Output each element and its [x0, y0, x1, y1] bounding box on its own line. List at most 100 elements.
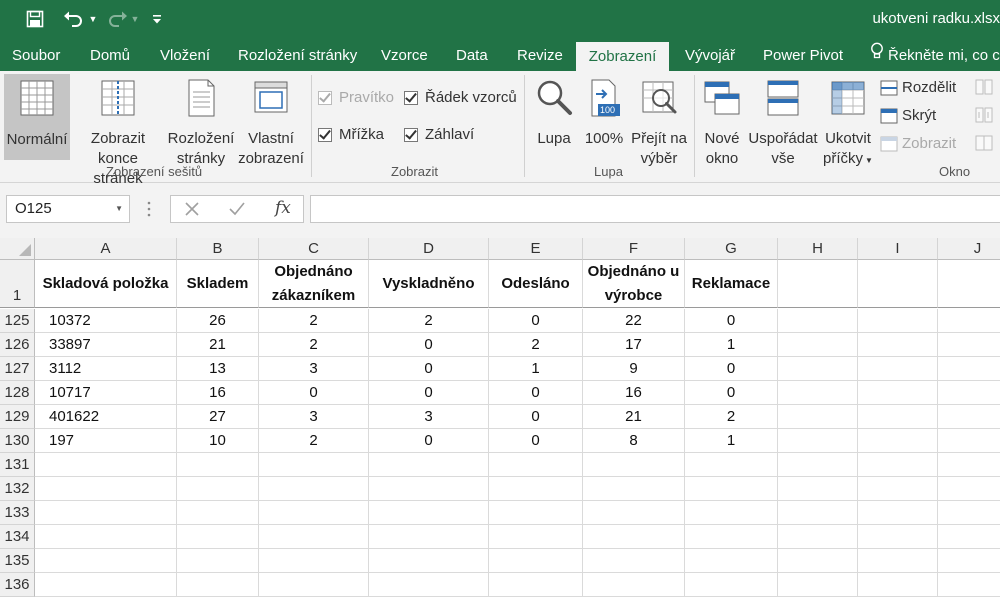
column-header-i[interactable]: I — [858, 238, 938, 260]
empty-cell[interactable] — [778, 405, 858, 429]
row-header-136[interactable]: 136 — [0, 573, 35, 597]
empty-cell[interactable] — [35, 501, 177, 525]
empty-cell[interactable] — [938, 453, 1000, 477]
empty-cell[interactable] — [778, 309, 858, 333]
empty-cell[interactable] — [259, 477, 369, 501]
tab-revize[interactable]: Revize — [517, 40, 563, 71]
table-cell[interactable]: 1 — [685, 429, 778, 453]
name-box[interactable]: O125 ▼ — [6, 195, 130, 223]
row-header-130[interactable]: 130 — [0, 429, 35, 453]
empty-cell[interactable] — [685, 573, 778, 597]
table-cell[interactable]: 1 — [685, 333, 778, 357]
table-cell[interactable]: 10717 — [35, 381, 177, 405]
empty-cell[interactable] — [778, 333, 858, 357]
column-header-a[interactable]: A — [35, 238, 177, 260]
empty-cell[interactable] — [858, 525, 938, 549]
save-icon[interactable] — [22, 6, 48, 32]
empty-cell[interactable] — [583, 549, 685, 573]
empty-cell[interactable] — [938, 429, 1000, 453]
table-cell[interactable]: 3112 — [35, 357, 177, 381]
table-cell[interactable]: 2 — [369, 309, 489, 333]
column-header-g[interactable]: G — [685, 238, 778, 260]
customize-quick-access-icon[interactable] — [150, 6, 164, 32]
table-cell[interactable]: 0 — [369, 381, 489, 405]
table-cell[interactable]: 21 — [583, 405, 685, 429]
empty-cell[interactable] — [177, 525, 259, 549]
table-cell[interactable]: 0 — [489, 309, 583, 333]
table-cell[interactable]: 2 — [259, 333, 369, 357]
normal-view-button[interactable]: Normální — [4, 74, 70, 160]
empty-cell[interactable] — [778, 573, 858, 597]
empty-cell[interactable] — [858, 357, 938, 381]
empty-cell[interactable] — [489, 477, 583, 501]
empty-cell[interactable] — [685, 477, 778, 501]
header-cell[interactable]: Objednáno u výrobce — [583, 260, 685, 308]
column-header-e[interactable]: E — [489, 238, 583, 260]
view-side-by-side-icon[interactable] — [975, 79, 993, 100]
empty-cell[interactable] — [369, 549, 489, 573]
page-layout-button[interactable]: Rozložení stránky — [166, 74, 236, 167]
tab-domu[interactable]: Domů — [90, 40, 130, 71]
row-header-126[interactable]: 126 — [0, 333, 35, 357]
empty-cell[interactable] — [489, 501, 583, 525]
cancel-icon[interactable] — [185, 202, 199, 221]
header-cell[interactable]: Reklamace — [685, 260, 778, 308]
hide-button[interactable]: Skrýt — [880, 107, 936, 124]
empty-cell[interactable] — [583, 501, 685, 525]
unhide-button[interactable]: Zobrazit — [880, 135, 956, 152]
tab-vlozeni[interactable]: Vložení — [160, 40, 210, 71]
zoom-100-button[interactable]: 100 100% — [582, 74, 626, 160]
empty-cell[interactable] — [259, 573, 369, 597]
row-header-133[interactable]: 133 — [0, 501, 35, 525]
empty-cell[interactable] — [778, 501, 858, 525]
header-cell[interactable]: Objednáno zákazníkem — [259, 260, 369, 308]
empty-cell[interactable] — [938, 525, 1000, 549]
empty-cell[interactable] — [35, 525, 177, 549]
row-header-127[interactable]: 127 — [0, 357, 35, 381]
empty-cell[interactable] — [177, 549, 259, 573]
gridlines-checkbox[interactable]: Mřížka — [318, 126, 384, 143]
freeze-panes-button[interactable]: Ukotvit příčky ▼ — [822, 74, 874, 167]
undo-dropdown-icon[interactable]: ▼ — [88, 6, 98, 32]
empty-cell[interactable] — [177, 573, 259, 597]
reset-window-position-icon[interactable] — [975, 135, 993, 156]
empty-cell[interactable] — [778, 525, 858, 549]
table-cell[interactable]: 401622 — [35, 405, 177, 429]
redo-icon[interactable] — [104, 6, 130, 32]
empty-cell[interactable] — [938, 549, 1000, 573]
empty-cell[interactable] — [489, 453, 583, 477]
tab-vyvojar[interactable]: Vývojář — [685, 40, 735, 71]
table-cell[interactable]: 0 — [489, 405, 583, 429]
table-cell[interactable]: 2 — [259, 309, 369, 333]
table-cell[interactable]: 9 — [583, 357, 685, 381]
row-header-129[interactable]: 129 — [0, 405, 35, 429]
row-header-1[interactable]: 1 — [0, 260, 35, 308]
row-header-135[interactable]: 135 — [0, 549, 35, 573]
empty-cell[interactable] — [858, 573, 938, 597]
table-cell[interactable]: 26 — [177, 309, 259, 333]
empty-cell[interactable] — [685, 549, 778, 573]
table-cell[interactable]: 10 — [177, 429, 259, 453]
empty-cell[interactable] — [938, 333, 1000, 357]
select-all-button[interactable] — [0, 238, 35, 260]
empty-cell[interactable] — [369, 453, 489, 477]
empty-cell[interactable] — [858, 260, 938, 308]
row-header-134[interactable]: 134 — [0, 525, 35, 549]
table-cell[interactable]: 0 — [489, 429, 583, 453]
empty-cell[interactable] — [778, 381, 858, 405]
header-cell[interactable]: Odesláno — [489, 260, 583, 308]
table-cell[interactable]: 0 — [685, 381, 778, 405]
table-cell[interactable]: 27 — [177, 405, 259, 429]
empty-cell[interactable] — [858, 381, 938, 405]
table-cell[interactable]: 0 — [685, 357, 778, 381]
empty-cell[interactable] — [583, 477, 685, 501]
tab-soubor[interactable]: Soubor — [12, 40, 60, 71]
ruler-checkbox[interactable]: Pravítko — [318, 89, 394, 106]
empty-cell[interactable] — [489, 549, 583, 573]
empty-cell[interactable] — [938, 381, 1000, 405]
empty-cell[interactable] — [858, 477, 938, 501]
column-header-j[interactable]: J — [938, 238, 1000, 260]
header-cell[interactable]: Vyskladněno — [369, 260, 489, 308]
redo-dropdown-icon[interactable]: ▼ — [130, 6, 140, 32]
table-cell[interactable]: 16 — [583, 381, 685, 405]
